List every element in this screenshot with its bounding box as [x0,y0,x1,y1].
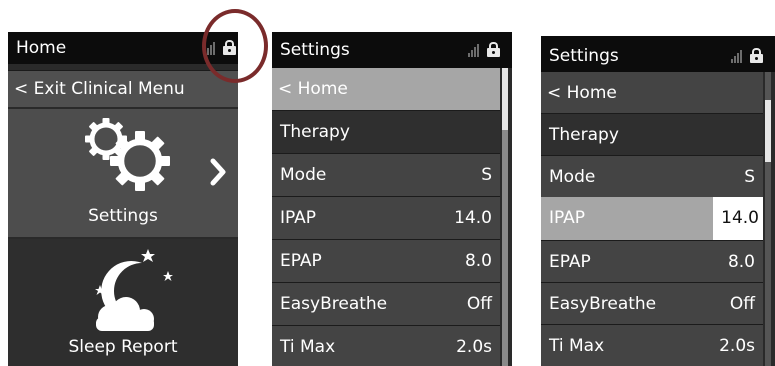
row-label: Mode [280,165,327,185]
list-item-mode[interactable]: Mode S [541,155,763,197]
gears-icon [85,118,170,191]
back-home-label: < Home [547,83,617,103]
row-value: 8.0 [727,252,755,272]
screen-title: Home [16,38,67,58]
screen-title: Settings [549,46,619,66]
annotation-circle [202,9,268,83]
back-home-label: < Home [278,79,348,99]
lock-icon [750,48,763,63]
list-item-epap[interactable]: EPAP 8.0 [541,240,763,282]
row-label: EasyBreathe [549,294,657,314]
list-item-easybreathe[interactable]: EasyBreathe Off [541,282,763,324]
row-label: Mode [549,167,596,187]
moon-cloud-icon [95,249,173,331]
settings-tile[interactable]: Settings [8,109,238,237]
home-screen: Home < Exit Clinical Menu Settings Sleep… [8,32,238,366]
list-item-epap[interactable]: EPAP 8.0 [272,239,500,282]
status-bar: Settings [541,36,775,72]
row-label: Ti Max [549,336,605,356]
row-value: S [481,165,492,185]
row-label: EasyBreathe [280,294,388,314]
sleep-report-tile[interactable]: Sleep Report [8,239,238,366]
settings-screen-2: Settings < Home Therapy Mode S IPAP 14.0… [541,36,775,366]
lock-icon [487,42,500,57]
chevron-right-icon [210,158,226,186]
row-value: 14.0 [721,208,759,228]
row-value: 2.0s [719,336,755,356]
list-item-ti-max[interactable]: Ti Max 2.0s [272,325,500,366]
row-value: 14.0 [454,208,492,228]
scrollbar-thumb[interactable] [765,100,771,162]
scrollbar[interactable] [502,68,508,366]
row-value: S [744,167,755,187]
settings-label: Settings [88,206,158,226]
list-item-ipap-selected[interactable]: IPAP 14.0 [541,197,763,240]
row-value: 8.0 [464,251,492,271]
back-home-button[interactable]: < Home [541,72,763,113]
back-home-button[interactable]: < Home [272,68,500,110]
settings-screen-1: Settings < Home Therapy Mode S IPAP 14.0… [272,32,512,366]
row-label: IPAP [280,208,317,228]
list-item-therapy[interactable]: Therapy [272,110,500,153]
signal-bars-icon [468,43,480,57]
signal-bars-icon [731,49,743,63]
exit-clinical-menu-button[interactable]: < Exit Clinical Menu [8,70,238,107]
scrollbar[interactable] [765,72,771,366]
row-label: Therapy [549,125,619,145]
row-label: Ti Max [280,337,336,357]
exit-clinical-menu-label: < Exit Clinical Menu [14,79,185,99]
sleep-report-label: Sleep Report [68,337,178,357]
row-value: 2.0s [456,337,492,357]
list-item-ipap[interactable]: IPAP 14.0 [272,196,500,239]
row-value: Off [729,294,755,314]
status-bar: Settings [272,32,512,68]
list-item-mode[interactable]: Mode S [272,153,500,196]
list-item-easybreathe[interactable]: EasyBreathe Off [272,282,500,325]
list-item-therapy[interactable]: Therapy [541,113,763,155]
list-item-ti-max[interactable]: Ti Max 2.0s [541,324,763,366]
row-label: IPAP [549,208,586,228]
row-value: Off [466,294,492,314]
row-label: EPAP [549,252,591,272]
scrollbar-thumb[interactable] [502,68,508,130]
screen-title: Settings [280,40,350,60]
row-label: Therapy [280,122,350,142]
row-label: EPAP [280,251,322,271]
